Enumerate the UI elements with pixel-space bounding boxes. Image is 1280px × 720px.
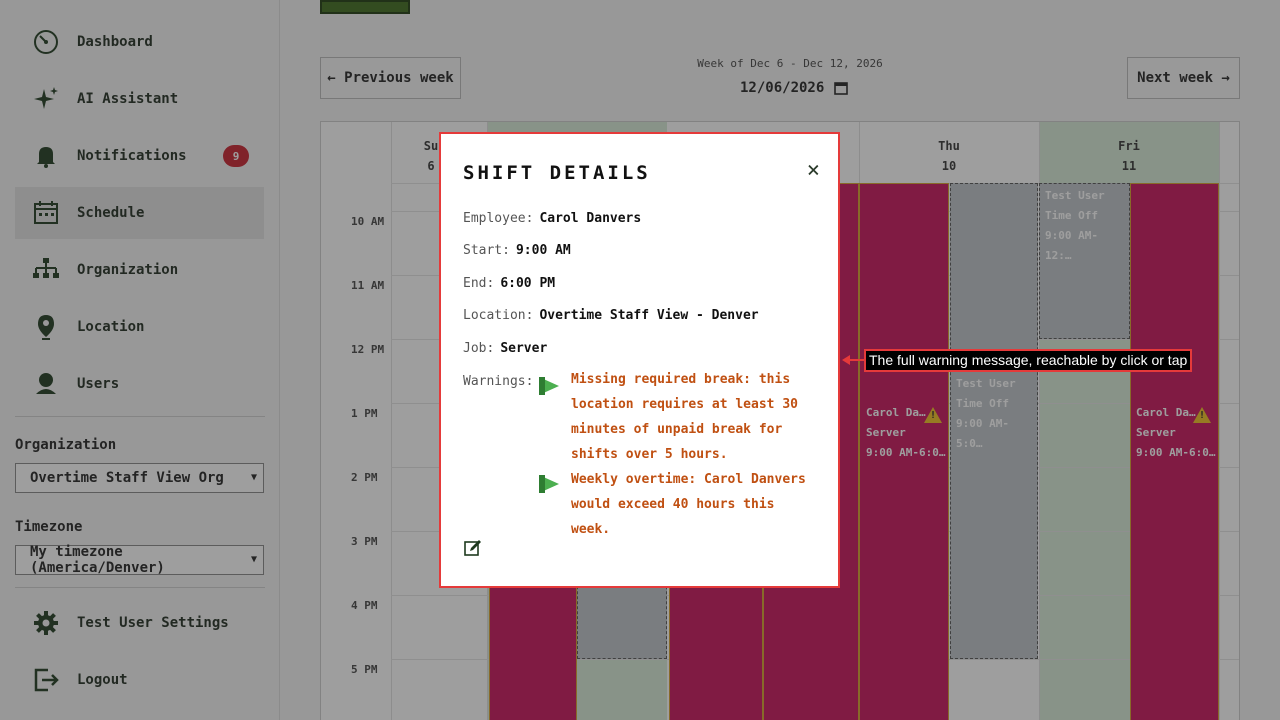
close-icon[interactable]: × (807, 158, 820, 183)
shift-details-modal: SHIFT DETAILS × Employee: Carol Danvers … (439, 132, 840, 588)
warning-item[interactable]: Weekly overtime: Carol Danvers would exc… (537, 467, 816, 542)
warning-text: Missing required break: this location re… (571, 372, 798, 462)
start-label: Start: (463, 243, 510, 258)
warnings-label: Warnings: (463, 374, 534, 389)
warning-item[interactable]: Missing required break: this location re… (537, 367, 816, 467)
employee-label: Employee: (463, 211, 534, 226)
modal-title: SHIFT DETAILS (463, 162, 651, 184)
job-value: Server (500, 341, 548, 356)
warning-arrow-icon (537, 467, 567, 542)
warning-arrow-icon (537, 367, 567, 467)
employee-row: Employee: Carol Danvers (463, 211, 641, 226)
location-value: Overtime Staff View - Denver (539, 308, 759, 323)
end-row: End: 6:00 PM (463, 276, 555, 291)
annotation-callout: The full warning message, reachable by c… (864, 349, 1193, 372)
warning-text: Weekly overtime: Carol Danvers would exc… (571, 472, 806, 537)
end-value: 6:00 PM (500, 276, 556, 291)
end-label: End: (463, 276, 495, 291)
location-row: Location: Overtime Staff View - Denver (463, 308, 759, 323)
edit-icon[interactable] (463, 538, 483, 558)
location-label: Location: (463, 308, 534, 323)
callout-arrow-icon (842, 355, 864, 365)
job-row: Job: Server (463, 341, 547, 356)
start-row: Start: 9:00 AM (463, 243, 571, 258)
employee-value: Carol Danvers (539, 211, 642, 226)
job-label: Job: (463, 341, 495, 356)
start-value: 9:00 AM (515, 243, 571, 258)
